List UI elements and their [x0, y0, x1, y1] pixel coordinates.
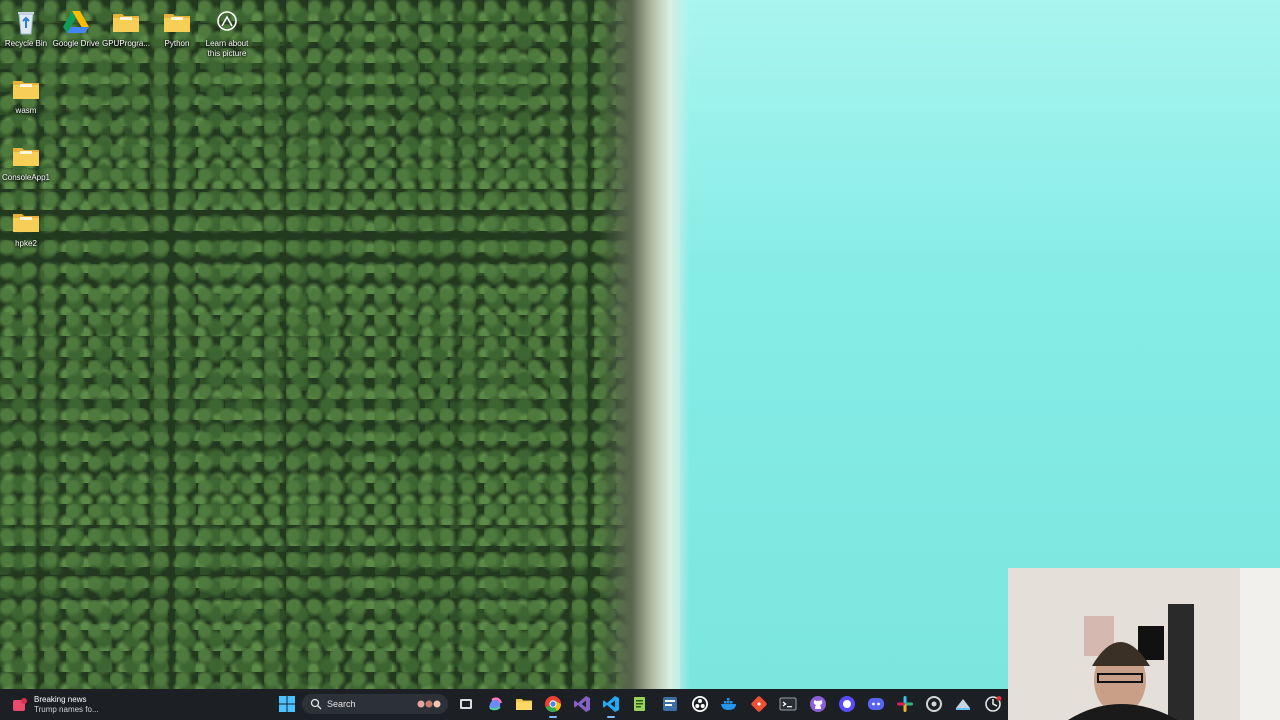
slack-icon[interactable] [894, 693, 916, 715]
desktop-icon-hpke2[interactable]: hpke2 [0, 208, 52, 249]
news-icon [13, 698, 27, 711]
recycle-bin-icon [18, 12, 34, 35]
search-input[interactable]: Search [302, 694, 448, 714]
desktop-icon-label: Recycle Bin [4, 39, 48, 48]
desktop-icon-consoleapp1[interactable]: ConsoleApp1 [0, 142, 52, 183]
webcam-overlay [1008, 568, 1280, 720]
desktop-icon-gpuprogramming[interactable]: GPUProgra... [100, 8, 152, 49]
notepad-plus-icon[interactable] [629, 693, 651, 715]
vscode-icon[interactable] [600, 693, 622, 718]
chrome-icon[interactable] [542, 693, 564, 718]
news-subtitle: Trump names fo... [34, 705, 99, 714]
search-icon [310, 698, 322, 710]
webcam-person-image [1008, 568, 1280, 720]
desktop-icon-learn-about-picture[interactable]: Learn about this picture [201, 8, 253, 59]
active-indicator [549, 716, 557, 718]
news-widget[interactable]: Breaking news Trump names fo... [10, 693, 120, 717]
cmake-gui-icon[interactable] [659, 693, 681, 715]
docker-icon[interactable] [718, 693, 740, 715]
file-explorer-icon[interactable] [513, 693, 535, 715]
search-highlight-icon [417, 700, 441, 708]
capture-icon[interactable] [982, 693, 1004, 715]
desktop-icon-label: Python [164, 39, 190, 48]
app-settings-icon[interactable] [923, 693, 945, 715]
desktop-icon-label: GPUProgra... [101, 39, 150, 48]
folder-icon [13, 214, 39, 232]
search-placeholder: Search [327, 699, 356, 709]
wallpaper-shoreline [600, 0, 690, 690]
obs-icon[interactable] [689, 693, 711, 715]
wallpaper-forest [0, 0, 660, 690]
desktop-icon-label: Google Drive [52, 39, 100, 48]
github-desktop-icon[interactable] [807, 693, 829, 715]
desktop-icon-python[interactable]: Python [151, 8, 203, 49]
discord-icon[interactable] [865, 693, 887, 715]
folder-icon [113, 14, 139, 32]
active-indicator [607, 716, 615, 718]
folder-icon [164, 14, 190, 32]
git-gui-icon[interactable] [748, 693, 770, 715]
copilot-icon[interactable] [484, 693, 506, 715]
steam-icon[interactable] [952, 693, 974, 715]
signal-icon[interactable] [836, 693, 858, 715]
desktop-icon-google-drive[interactable]: Google Drive [50, 8, 102, 49]
folder-icon [13, 148, 39, 166]
news-title: Breaking news [34, 695, 87, 704]
camera-info-icon [217, 11, 237, 31]
terminal-icon[interactable] [777, 693, 799, 715]
folder-icon [13, 81, 39, 99]
task-view-icon[interactable] [455, 693, 477, 715]
visual-studio-icon[interactable] [571, 693, 593, 715]
desktop-icon-label: Learn about this picture [205, 39, 249, 58]
desktop-icon-label: ConsoleApp1 [1, 173, 51, 182]
desktop-icon-wasm[interactable]: wasm [0, 75, 52, 116]
desktop-icon-label: hpke2 [15, 239, 37, 248]
windows-start-icon[interactable] [276, 693, 298, 715]
google-drive-icon [63, 11, 89, 33]
desktop-icon-label: wasm [15, 106, 37, 115]
desktop-icon-recycle-bin[interactable]: Recycle Bin [0, 8, 52, 49]
